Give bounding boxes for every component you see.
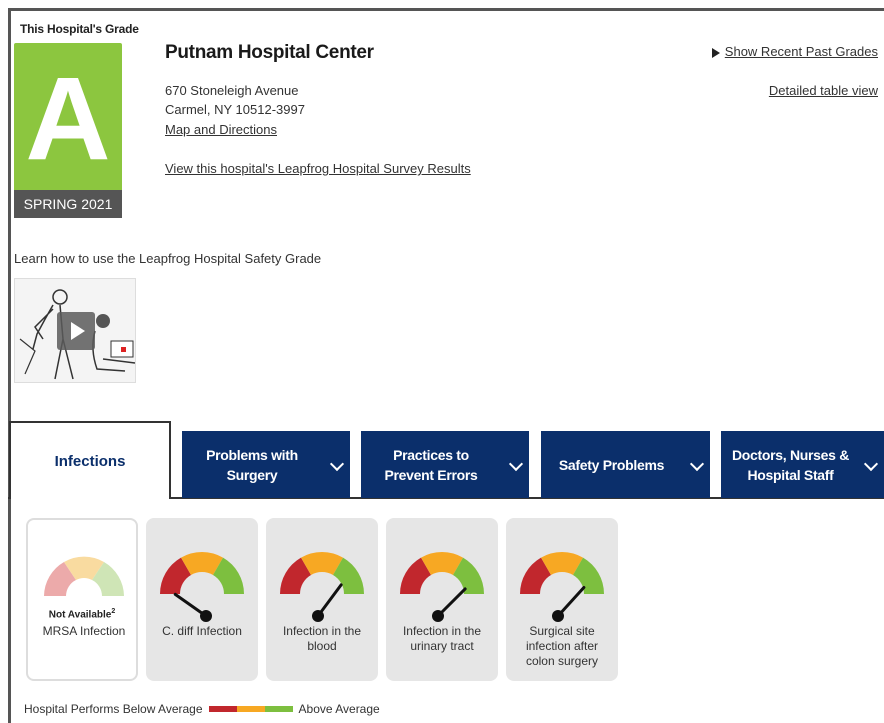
tab-label: Problems with Surgery xyxy=(206,446,298,483)
address-line2: Carmel, NY 10512-3997 xyxy=(165,102,305,117)
map-directions-link[interactable]: Map and Directions xyxy=(165,122,277,137)
performance-legend: Hospital Performs Below Average Above Av… xyxy=(24,702,380,716)
tab-label: Infections xyxy=(54,453,126,470)
measure-label: C. diff Infection xyxy=(162,624,242,638)
tab-practices-to-prevent-errors[interactable]: Practices to Prevent Errors xyxy=(361,431,529,498)
play-icon[interactable] xyxy=(57,312,95,350)
measure-label: MRSA Infection xyxy=(42,624,126,638)
measure-card-blood[interactable]: Infection in the blood xyxy=(266,518,378,681)
learn-text: Learn how to use the Leapfrog Hospital S… xyxy=(14,251,322,266)
past-grades-link[interactable]: Show Recent Past Grades xyxy=(725,44,878,59)
measure-label: Infection in the blood xyxy=(282,624,362,653)
grade-letter: A xyxy=(25,53,111,185)
tab-label: Doctors, Nurses & Hospital Staff xyxy=(731,446,850,483)
gauge-icon xyxy=(280,552,364,622)
tab-doctors-nurses-staff[interactable]: Doctors, Nurses & Hospital Staff xyxy=(721,431,884,498)
grade-season: SPRING 2021 xyxy=(14,190,122,218)
legend-color-bar xyxy=(208,706,293,712)
tab-label: Practices to Prevent Errors xyxy=(384,446,478,483)
gauge-icon xyxy=(520,552,604,622)
gauge-icon xyxy=(160,552,244,622)
hospital-name: Putnam Hospital Center xyxy=(165,42,374,63)
measure-card-urinary[interactable]: Infection in the urinary tract xyxy=(386,518,498,681)
triangle-right-icon xyxy=(711,47,720,58)
video-thumbnail[interactable] xyxy=(14,278,136,383)
past-grades-toggle[interactable]: Show Recent Past Grades xyxy=(711,44,878,59)
detailed-table-link[interactable]: Detailed table view xyxy=(769,83,878,98)
tab-safety-problems[interactable]: Safety Problems xyxy=(541,431,710,498)
tab-label: Safety Problems xyxy=(558,456,665,473)
tab-problems-with-surgery[interactable]: Problems with Surgery xyxy=(182,431,350,498)
grade-label: This Hospital's Grade xyxy=(20,22,139,36)
measure-label: Infection in the urinary tract xyxy=(402,624,482,653)
measure-card-cdiff[interactable]: C. diff Infection xyxy=(146,518,258,681)
address-line1: 670 Stoneleigh Avenue xyxy=(165,83,299,98)
measure-card-surgical-site[interactable]: Surgical site infection after colon surg… xyxy=(506,518,618,681)
measure-label: Surgical site infection after colon surg… xyxy=(525,624,599,668)
survey-results-link[interactable]: View this hospital's Leapfrog Hospital S… xyxy=(165,161,471,176)
legend-below-label: Hospital Performs Below Average xyxy=(24,702,203,716)
tab-infections[interactable]: Infections xyxy=(9,421,171,499)
not-available-text: Not Available2 xyxy=(48,608,116,621)
gauge-icon xyxy=(44,556,124,596)
measure-card-mrsa[interactable]: Not Available2 MRSA Infection xyxy=(26,518,138,681)
legend-above-label: Above Average xyxy=(298,702,380,716)
gauge-icon xyxy=(400,552,484,622)
grade-badge: A SPRING 2021 xyxy=(14,43,122,218)
